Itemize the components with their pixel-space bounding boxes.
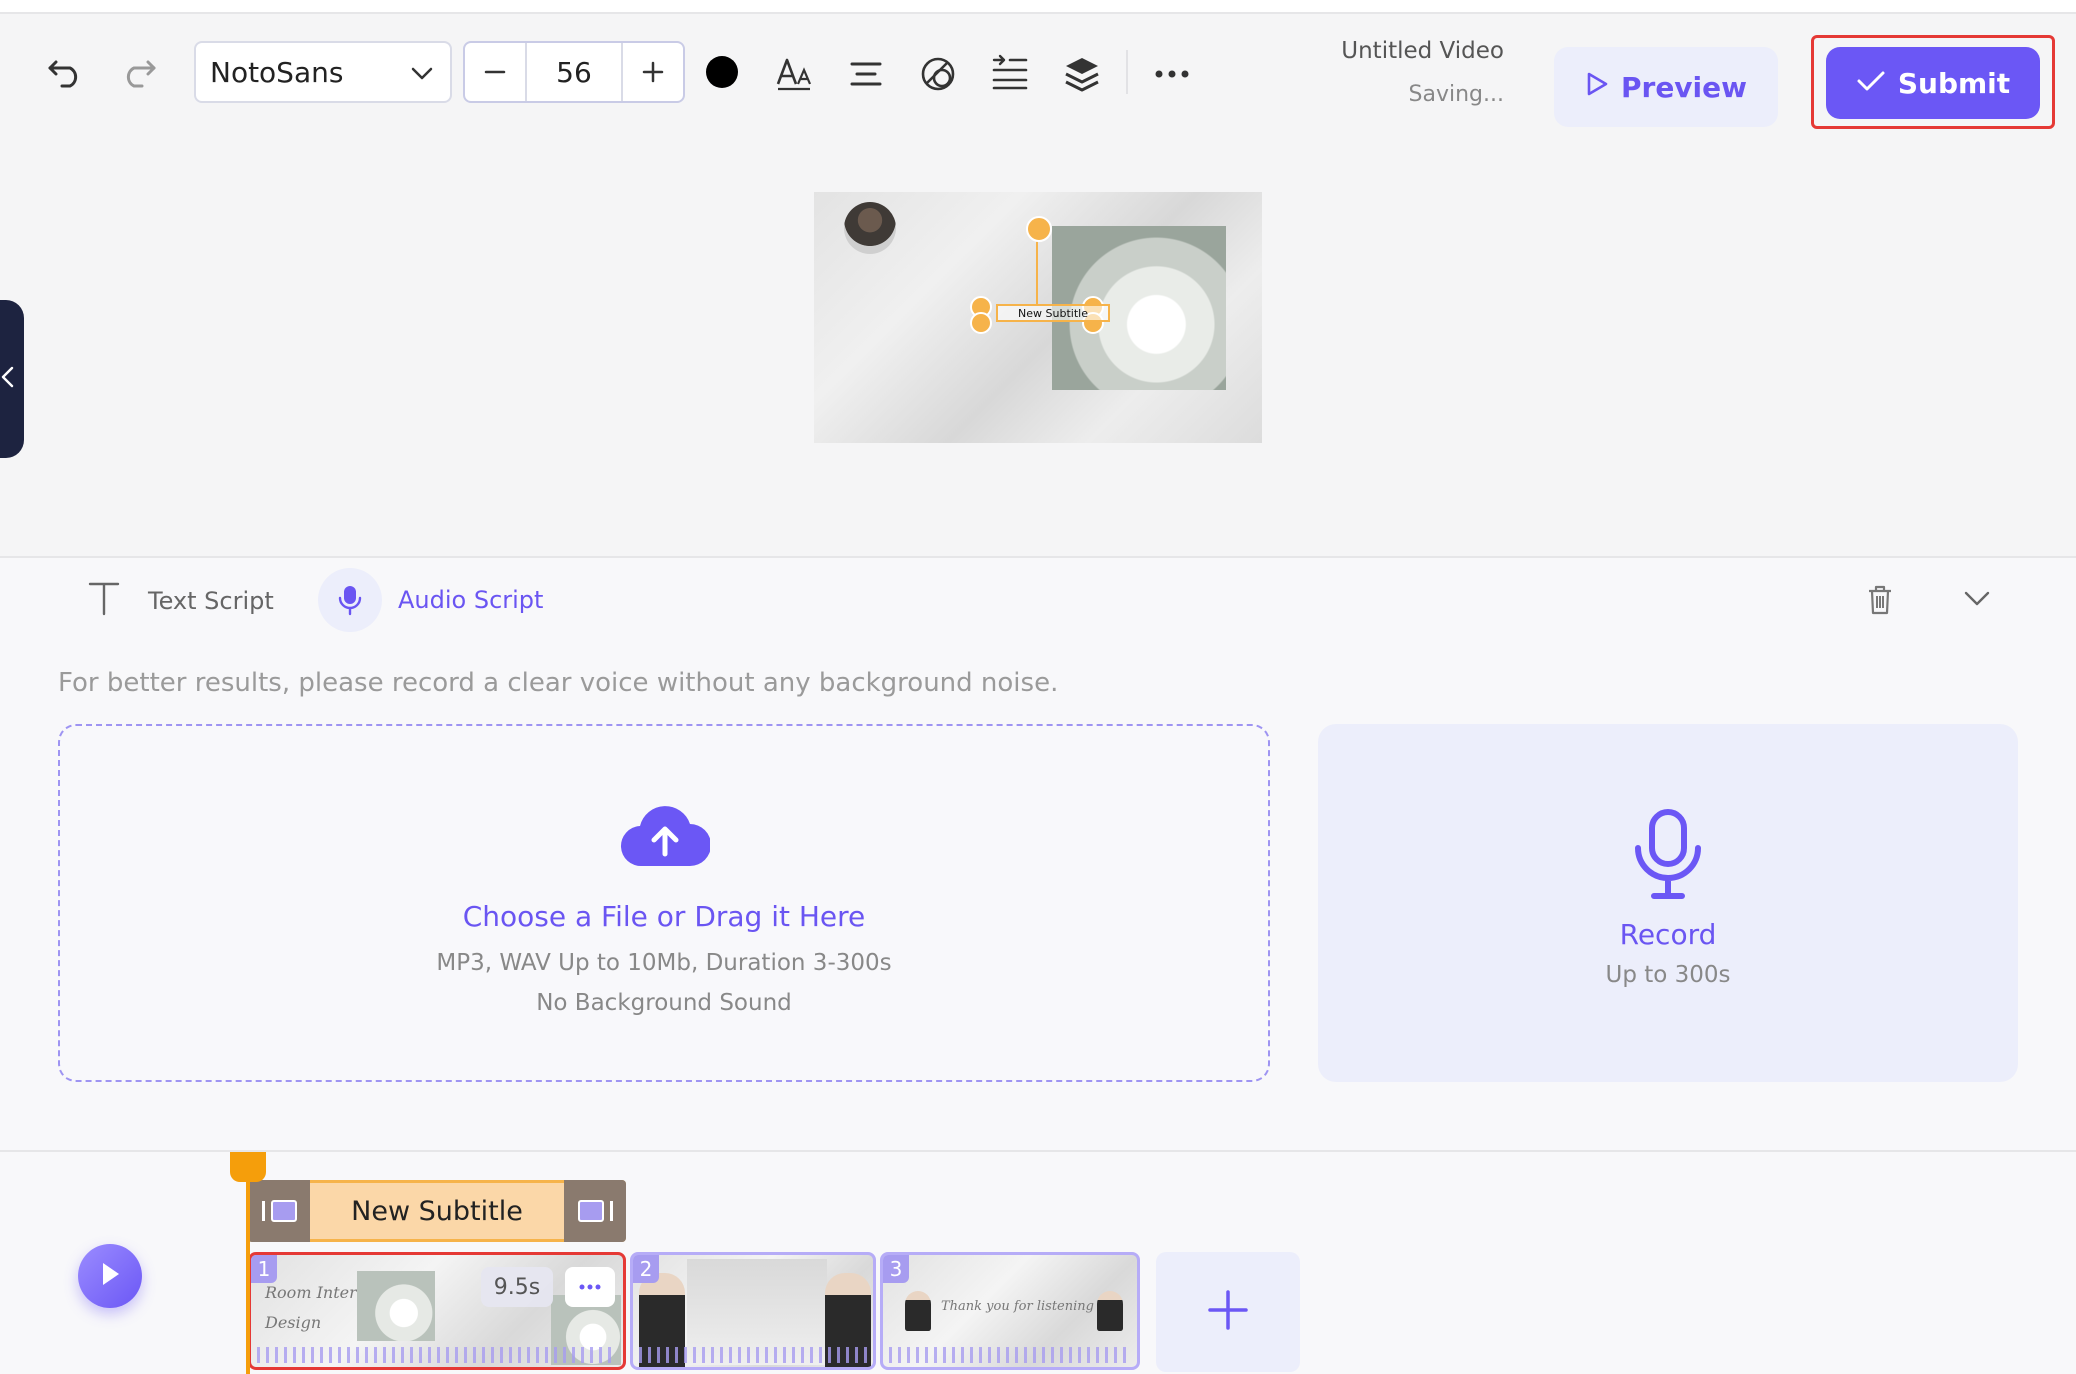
more-horizontal-icon[interactable] [565, 1267, 615, 1307]
sidebar-toggle[interactable] [0, 300, 24, 458]
rotate-handle-line [1036, 238, 1038, 306]
timeline: New Subtitle Room Interior Design 1 9.5s… [0, 1152, 2076, 1374]
audio-waveform [257, 1347, 617, 1363]
record-limit: Up to 300s [1605, 962, 1731, 988]
clip-number: 1 [251, 1255, 277, 1283]
font-size-stepper: 56 [463, 41, 685, 103]
redo-icon[interactable] [116, 50, 160, 94]
text-effect-icon[interactable] [916, 52, 960, 96]
presenter-figure [905, 1291, 931, 1331]
upload-requirements: MP3, WAV Up to 10Mb, Duration 3-300s [436, 950, 892, 976]
chevron-down-icon [408, 59, 436, 94]
record-title: Record [1619, 918, 1717, 951]
text-icon [86, 580, 122, 622]
image-icon [577, 1200, 604, 1222]
scene-clip-3[interactable]: Thank you for listening 3 [880, 1252, 1140, 1370]
scene-clip-2[interactable]: 2 [630, 1252, 876, 1370]
font-family-value: NotoSans [210, 55, 344, 89]
add-scene-button[interactable] [1156, 1252, 1300, 1372]
font-size-increase-button[interactable] [623, 43, 683, 101]
script-panel: Text Script Audio Script For better resu… [0, 558, 2076, 1150]
font-size-decrease-button[interactable] [465, 43, 525, 101]
clip-thumb-subtitle: Design [265, 1313, 322, 1332]
trash-icon[interactable] [1866, 584, 1894, 620]
editor-toolbar: NotoSans 56 Untitled Video Saving... Pre… [0, 16, 2076, 129]
check-icon [1856, 67, 1886, 100]
presenter-figure [1097, 1291, 1123, 1331]
subtitle-text-box[interactable]: New Subtitle [996, 304, 1110, 322]
toolbar-divider [1126, 50, 1128, 94]
preview-button[interactable]: Preview [1554, 47, 1778, 127]
save-status: Saving... [1408, 82, 1504, 107]
plus-icon [1206, 1288, 1250, 1336]
scene-clip-1[interactable]: Room Interior Design 1 9.5s [248, 1252, 626, 1370]
playhead-handle[interactable] [230, 1152, 266, 1182]
tab-text-script-label: Text Script [148, 587, 274, 615]
subtitle-track-label: New Subtitle [351, 1195, 523, 1227]
resize-handle-bottom-left[interactable] [970, 312, 992, 334]
tab-audio-script[interactable]: Audio Script [318, 568, 543, 632]
line-spacing-icon[interactable] [988, 52, 1032, 96]
text-style-icon[interactable] [772, 52, 816, 96]
recording-hint: For better results, please record a clea… [58, 668, 1059, 698]
cloud-upload-icon [620, 802, 711, 872]
text-align-icon[interactable] [844, 52, 888, 96]
video-canvas[interactable]: New Subtitle [814, 192, 1262, 443]
presenter-avatar[interactable] [844, 202, 896, 254]
subtitle-trim-handle-left[interactable] [248, 1180, 310, 1242]
audio-upload-dropzone[interactable]: Choose a File or Drag it Here MP3, WAV U… [58, 724, 1270, 1082]
text-color-swatch[interactable] [706, 56, 738, 88]
submit-button[interactable]: Submit [1826, 47, 2040, 119]
play-icon [98, 1260, 122, 1292]
clip-number: 3 [883, 1255, 909, 1283]
subtitle-trim-handle-right[interactable] [564, 1180, 626, 1242]
window-top-bar [0, 0, 2076, 14]
clip-thumb-text: Thank you for listening [941, 1299, 1094, 1314]
preview-button-label: Preview [1620, 70, 1748, 104]
chevron-down-icon[interactable] [1962, 586, 1992, 614]
record-audio-card[interactable]: Record Up to 300s [1318, 724, 2018, 1082]
playhead[interactable] [246, 1152, 250, 1374]
image-icon [270, 1200, 297, 1222]
undo-icon[interactable] [44, 50, 88, 94]
upload-note: No Background Sound [536, 990, 792, 1016]
clip-duration: 9.5s [481, 1267, 553, 1307]
audio-waveform [639, 1347, 867, 1363]
font-size-input[interactable]: 56 [525, 43, 623, 101]
layers-icon[interactable] [1060, 52, 1104, 96]
clip-number: 2 [633, 1255, 659, 1283]
play-outline-icon [1585, 71, 1609, 104]
more-horizontal-icon[interactable] [1150, 52, 1194, 96]
play-button[interactable] [78, 1244, 142, 1308]
mic-icon [318, 568, 382, 632]
tab-audio-script-label: Audio Script [398, 586, 544, 614]
font-family-select[interactable]: NotoSans [194, 41, 452, 103]
audio-waveform [889, 1347, 1131, 1363]
clip-thumb-photo [357, 1271, 435, 1341]
document-title[interactable]: Untitled Video [1240, 38, 1504, 64]
chevron-left-icon [0, 365, 16, 393]
microphone-icon [1632, 808, 1704, 906]
upload-title[interactable]: Choose a File or Drag it Here [60, 900, 1268, 933]
submit-button-label: Submit [1897, 66, 2011, 100]
rotate-handle[interactable] [1026, 216, 1052, 242]
subtitle-track-item[interactable]: New Subtitle [248, 1180, 626, 1242]
tab-text-script[interactable]: Text Script [86, 580, 274, 622]
